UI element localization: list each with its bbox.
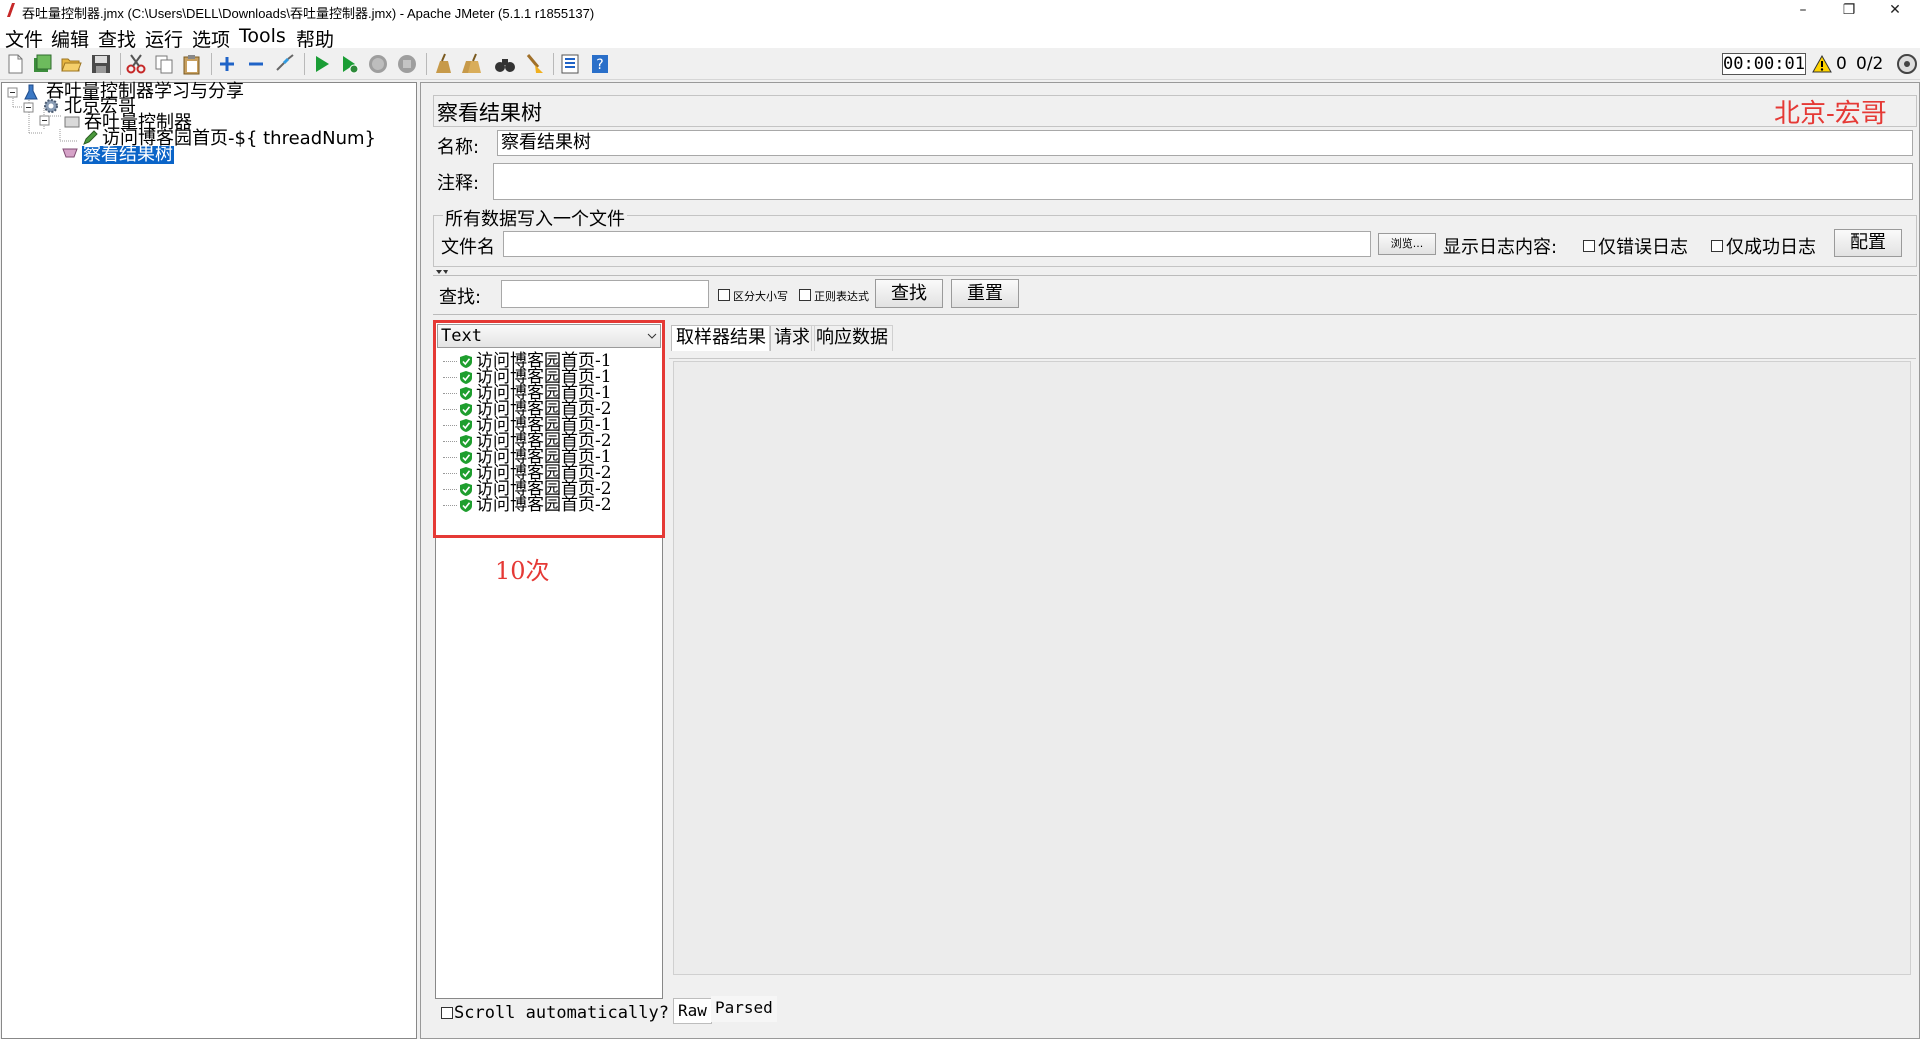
stop-icon[interactable]: [367, 53, 389, 75]
success-shield-icon: [460, 370, 472, 384]
regex-checkbox[interactable]: [799, 289, 811, 301]
filename-label: 文件名: [441, 237, 495, 258]
name-label: 名称:: [437, 137, 480, 158]
remote-engines-icon[interactable]: [1896, 53, 1918, 75]
success-only-label: 仅成功日志: [1726, 237, 1816, 258]
watermark-text: 北京-宏哥: [1774, 99, 1887, 129]
tree-line: [443, 424, 457, 426]
scroll-auto-checkbox[interactable]: [441, 1007, 453, 1019]
tree-node-listener-selected[interactable]: 察看结果树: [82, 146, 174, 164]
list-item[interactable]: 访问博客园首页-2: [443, 495, 612, 515]
warning-count: 0: [1836, 54, 1847, 74]
log-content-label: 显示日志内容:: [1443, 237, 1558, 258]
scroll-auto-label: Scroll automatically?: [454, 1003, 669, 1023]
new-icon[interactable]: [4, 53, 26, 75]
listener-icon: [62, 148, 78, 158]
minimize-button[interactable]: –: [1780, 0, 1826, 22]
shutdown-icon[interactable]: [396, 53, 418, 75]
jmeter-logo-icon: [7, 3, 15, 17]
save-icon[interactable]: [90, 53, 112, 75]
tree-line: [443, 488, 457, 490]
tree-line: [443, 456, 457, 458]
copy-icon[interactable]: [153, 53, 175, 75]
tree-line: [443, 392, 457, 394]
function-helper-icon[interactable]: [559, 53, 581, 75]
paste-icon[interactable]: [181, 53, 203, 75]
controller-icon: [64, 116, 80, 128]
success-shield-icon: [460, 354, 472, 368]
success-shield-icon: [460, 466, 472, 480]
tree-line: [443, 440, 457, 442]
view-results-tree-panel: 察看结果树 北京-宏哥 名称: 察看结果树 注释: 所有数据写入一个文件 文件名…: [420, 82, 1920, 1039]
help-icon[interactable]: ?: [589, 53, 611, 75]
errors-only-checkbox[interactable]: [1583, 240, 1595, 252]
name-input[interactable]: 察看结果树: [497, 130, 1913, 156]
menu-bar: 文件 编辑 查找 运行 选项 Tools 帮助: [0, 22, 1920, 51]
active-threads: 0/2: [1856, 54, 1884, 74]
tree-line: [443, 360, 457, 362]
restore-button[interactable]: ❐: [1826, 0, 1872, 22]
elapsed-time: 00:00:01: [1722, 53, 1806, 75]
search-icon[interactable]: [494, 53, 516, 75]
regex-label: 正则表达式: [814, 290, 869, 303]
window-title-bar: 吞吐量控制器.jmx (C:\Users\DELL\Downloads\吞吐量控…: [0, 0, 1920, 22]
collapse-icon[interactable]: [245, 53, 267, 75]
success-shield-icon: [460, 450, 472, 464]
find-button[interactable]: 查找: [875, 279, 943, 308]
case-sensitive-checkbox[interactable]: [718, 289, 730, 301]
tab-response-data[interactable]: 响应数据: [811, 325, 893, 351]
filename-input[interactable]: [503, 231, 1371, 257]
comment-input[interactable]: [493, 163, 1913, 200]
svg-text:?: ?: [596, 57, 603, 73]
success-shield-icon: [460, 498, 472, 512]
test-plan-tree[interactable]: 吞吐量控制器学习与分享 北京宏哥 吞吐量控制器 访问博客园首页-${ threa…: [1, 82, 417, 1039]
success-shield-icon: [460, 402, 472, 416]
close-button[interactable]: ✕: [1872, 0, 1918, 22]
templates-icon[interactable]: [31, 53, 53, 75]
results-tree: 访问博客园首页-1 访问博客园首页-1 访问博客园首页-1 访问博客园首页-2 访问博客…: [443, 353, 643, 518]
warning-icon[interactable]: [1812, 55, 1832, 73]
detail-tab-bar: 取样器结果 请求 响应数据: [669, 321, 1916, 359]
file-group-title: 所有数据写入一个文件: [443, 205, 627, 231]
tab-parsed[interactable]: Parsed: [711, 996, 777, 1022]
success-shield-icon: [460, 482, 472, 496]
success-shield-icon: [460, 434, 472, 448]
search-input[interactable]: [501, 280, 709, 308]
start-icon[interactable]: [311, 53, 333, 75]
errors-only-label: 仅错误日志: [1598, 237, 1688, 258]
toolbar: ?: [0, 48, 1920, 80]
test-plan-icon: [24, 84, 38, 100]
search-label: 查找:: [439, 287, 482, 308]
tree-line: [443, 472, 457, 474]
success-shield-icon: [460, 386, 472, 400]
detail-content-area: [673, 361, 1911, 975]
open-icon[interactable]: [60, 53, 82, 75]
tree-line: [443, 504, 457, 506]
page-title: 察看结果树: [437, 101, 542, 125]
annotation-count: 10次: [495, 557, 550, 585]
expand-icon[interactable]: [216, 53, 238, 75]
thread-group-gear-icon: [44, 99, 58, 113]
clear-icon[interactable]: [432, 53, 454, 75]
case-sensitive-label: 区分大小写: [733, 290, 788, 303]
success-shield-icon: [460, 418, 472, 432]
tab-raw[interactable]: Raw: [673, 998, 712, 1024]
tree-line: [443, 408, 457, 410]
toggle-icon[interactable]: [274, 53, 296, 75]
menu-tools[interactable]: Tools: [239, 25, 286, 47]
tab-request[interactable]: 请求: [769, 325, 815, 351]
tab-sampler-result[interactable]: 取样器结果: [671, 325, 771, 351]
result-label: 访问博客园首页-2: [476, 495, 612, 515]
configure-button[interactable]: 配置: [1834, 229, 1902, 257]
cut-icon[interactable]: [125, 53, 147, 75]
reset-search-icon[interactable]: [523, 53, 545, 75]
clear-all-icon[interactable]: [460, 53, 482, 75]
browse-button[interactable]: 浏览...: [1378, 233, 1436, 255]
success-only-checkbox[interactable]: [1711, 240, 1723, 252]
start-no-pause-icon[interactable]: [339, 53, 361, 75]
tree-line: [443, 376, 457, 378]
window-title: 吞吐量控制器.jmx (C:\Users\DELL\Downloads\吞吐量控…: [22, 6, 595, 21]
reset-button[interactable]: 重置: [951, 279, 1019, 308]
comment-label: 注释:: [437, 173, 480, 194]
